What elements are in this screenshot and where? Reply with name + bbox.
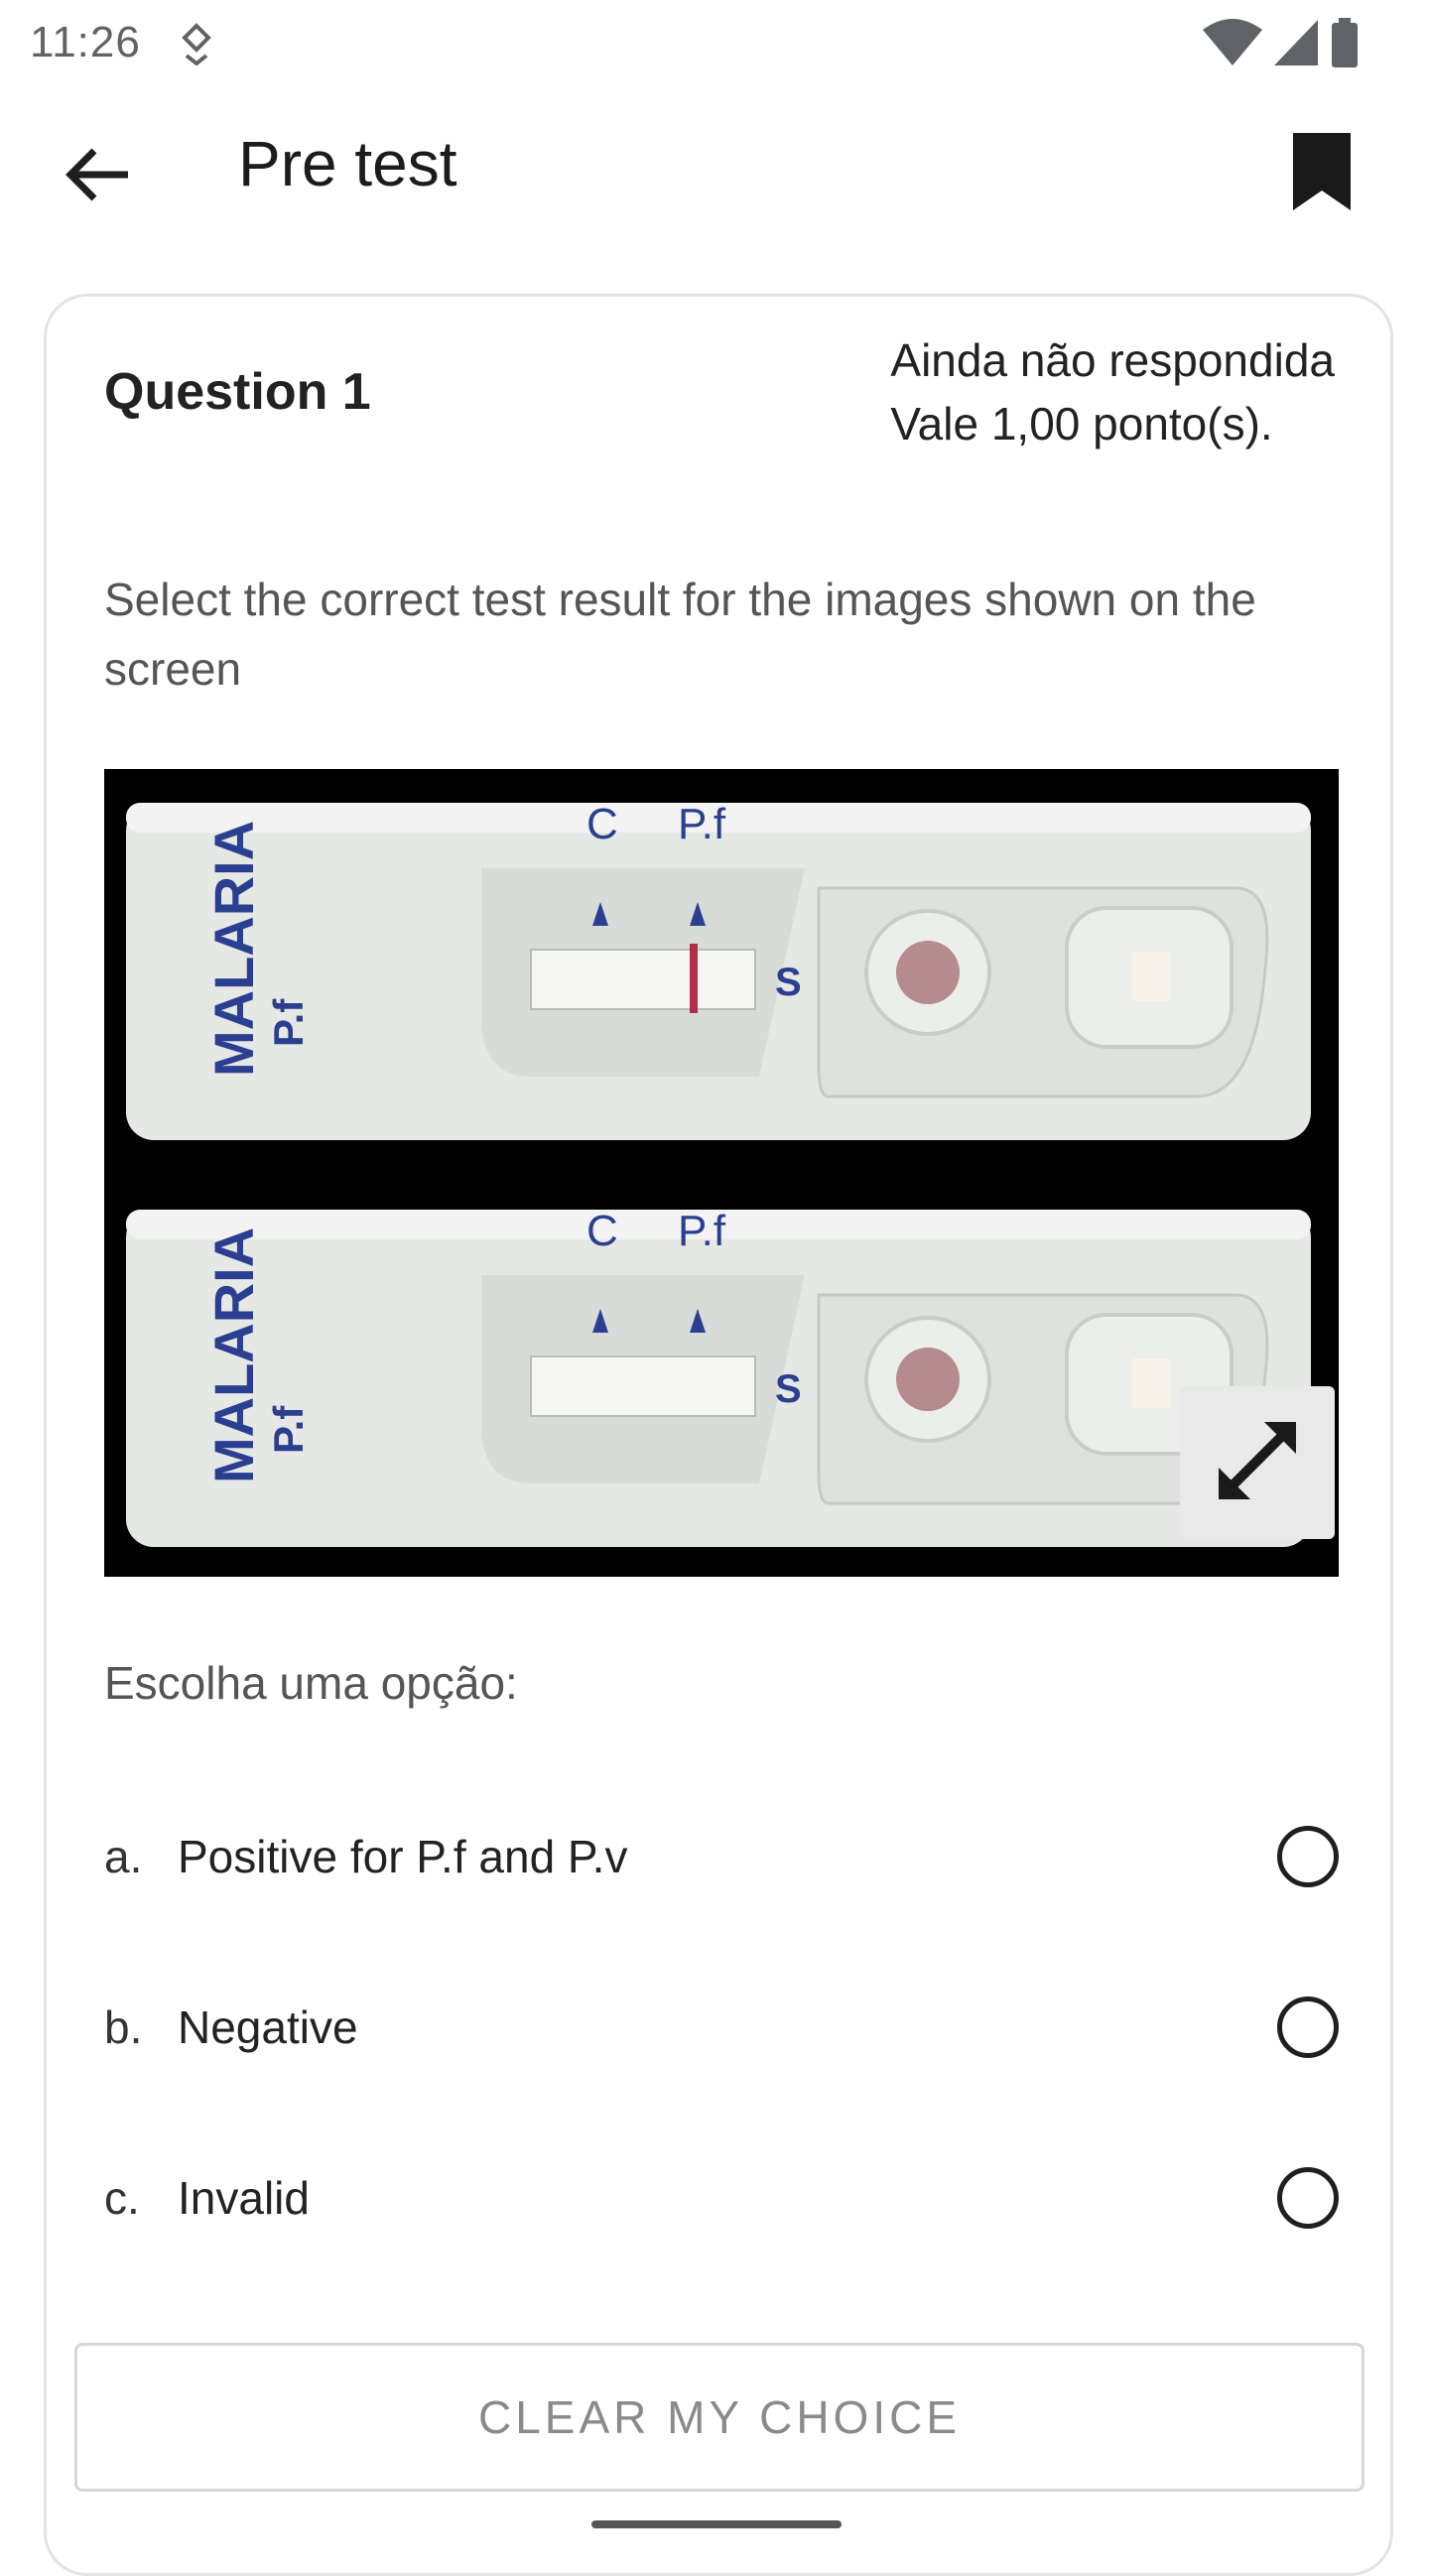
label-s: S — [775, 961, 802, 1004]
arrow-left-icon — [63, 145, 132, 209]
option-a[interactable]: a. Positive for P.f and P.v — [104, 1797, 1339, 1916]
label-c: C — [586, 800, 618, 848]
label-pf-side: P.f — [265, 998, 312, 1047]
cassette-top: C P.f S MALARIA P.f — [126, 800, 1311, 1140]
download-icon — [177, 22, 216, 70]
option-letter: c. — [104, 2172, 140, 2224]
expand-image-button[interactable] — [1180, 1386, 1335, 1539]
back-button[interactable] — [50, 129, 145, 224]
option-letter: a. — [104, 1831, 143, 1882]
question-answer-status: Ainda não respondida — [890, 334, 1335, 386]
rdt-cassettes-image: C P.f S MALARIA P.f C P.f S MALARIA P.f — [104, 769, 1339, 1577]
label-malaria-2: MALARIA — [202, 1227, 265, 1483]
label-malaria: MALARIA — [202, 821, 265, 1077]
clear-choice-button[interactable]: CLEAR MY CHOICE — [74, 2343, 1364, 2492]
label-c-2: C — [586, 1207, 618, 1255]
question-card: Question 1 Ainda não respondida Vale 1,0… — [44, 294, 1393, 2576]
label-pf-2: P.f — [678, 1207, 726, 1255]
status-icons — [1203, 18, 1360, 72]
label-s-2: S — [775, 1367, 802, 1411]
question-status: Ainda não respondida Vale 1,00 ponto(s). — [890, 328, 1335, 455]
expand-icon — [1213, 1416, 1302, 1510]
page-title: Pre test — [238, 128, 457, 199]
home-indicator[interactable] — [591, 2520, 842, 2528]
question-text: Select the correct test result for the i… — [104, 574, 1256, 695]
radio-button[interactable] — [1277, 1996, 1339, 2058]
question-number: Question 1 — [104, 363, 371, 421]
wifi-icon — [1203, 18, 1262, 72]
choose-option-label: Escolha uma opção: — [104, 1657, 518, 1709]
option-label: Positive for P.f and P.v — [178, 1831, 628, 1882]
option-letter: b. — [104, 2001, 143, 2053]
app-bar: Pre test — [0, 99, 1429, 238]
question-points: Vale 1,00 ponto(s). — [890, 398, 1273, 450]
label-pf: P.f — [678, 800, 726, 848]
bookmark-icon — [1289, 129, 1355, 219]
label-pf-side-2: P.f — [265, 1405, 312, 1454]
question-image[interactable]: C P.f S MALARIA P.f C P.f S MALARIA P.f — [104, 769, 1339, 1577]
bookmark-button[interactable] — [1274, 119, 1369, 228]
option-c[interactable]: c. Invalid — [104, 2138, 1339, 2257]
option-b[interactable]: b. Negative — [104, 1968, 1339, 2087]
cassette-bottom: C P.f S MALARIA P.f — [126, 1207, 1311, 1547]
option-label: Invalid — [178, 2172, 310, 2224]
status-bar: 11:26 — [0, 0, 1429, 83]
radio-button[interactable] — [1277, 1826, 1339, 1887]
radio-button[interactable] — [1277, 2167, 1339, 2229]
option-label: Negative — [178, 2001, 358, 2053]
status-time: 11:26 — [30, 18, 141, 66]
battery-icon — [1330, 18, 1360, 72]
signal-icon — [1272, 18, 1320, 72]
